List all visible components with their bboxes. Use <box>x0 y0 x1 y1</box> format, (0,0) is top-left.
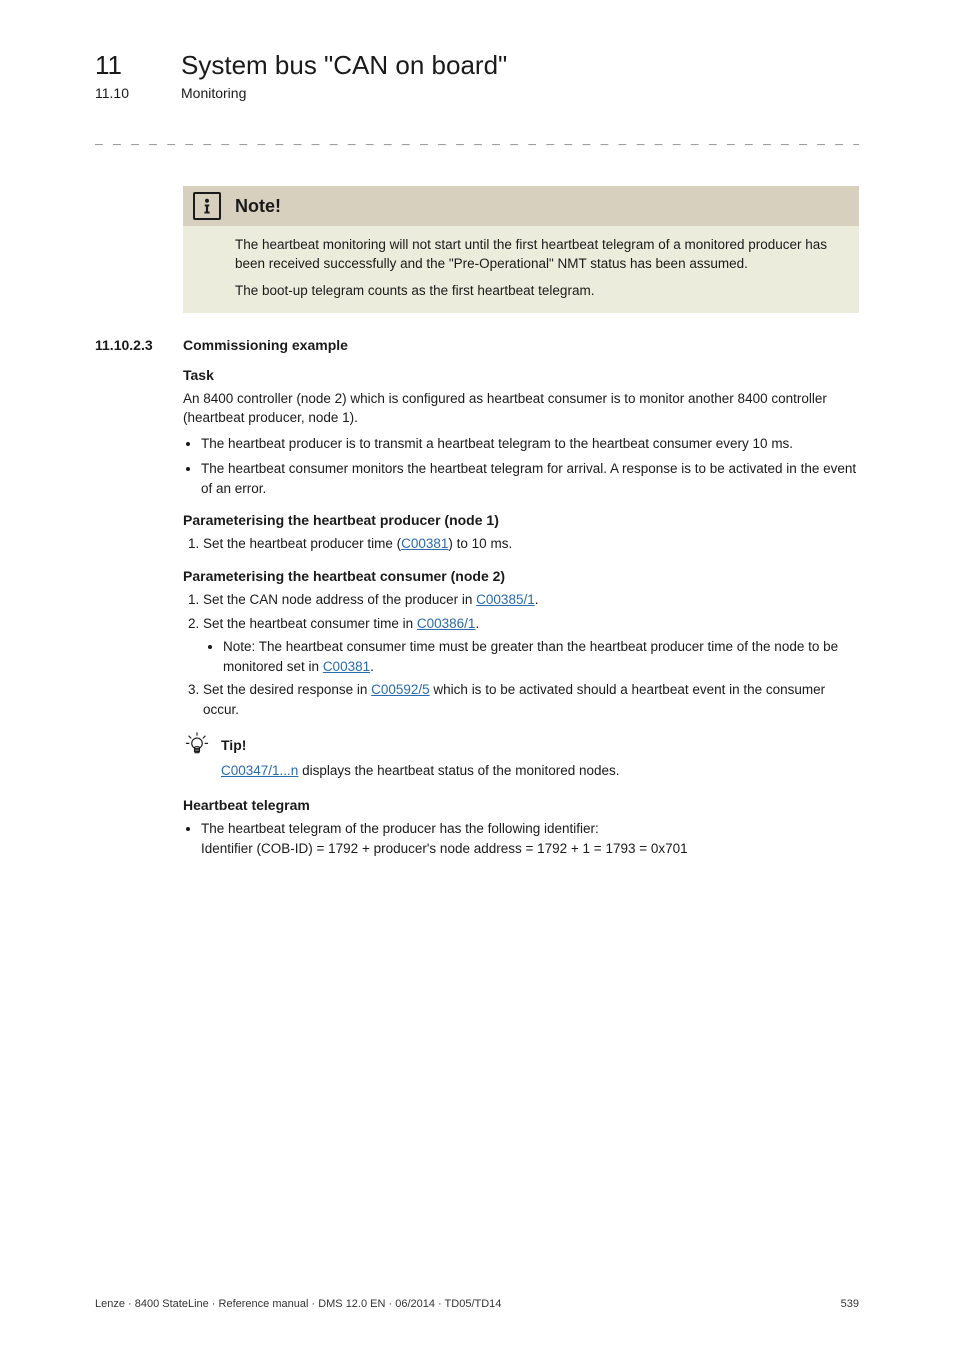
consumer-step-2-note-pre: Note: The heartbeat consumer time must b… <box>223 639 838 674</box>
consumer-step-2-note: Note: The heartbeat consumer time must b… <box>223 637 859 676</box>
content-area: Note! The heartbeat monitoring will not … <box>95 186 859 858</box>
note-title: Note! <box>235 196 281 217</box>
consumer-step-2-pre: Set the heartbeat consumer time in <box>203 616 417 631</box>
telegram-line-2: Identifier (COB-ID) = 1792 + producer's … <box>201 841 688 856</box>
section-number: 11.10 <box>95 85 153 101</box>
tip-text-post: displays the heartbeat status of the mon… <box>298 763 619 778</box>
telegram-line-1: The heartbeat telegram of the producer h… <box>201 821 599 836</box>
consumer-step-1: Set the CAN node address of the producer… <box>203 590 859 610</box>
section-title: Monitoring <box>181 85 246 101</box>
consumer-step-2-sub: Note: The heartbeat consumer time must b… <box>203 637 859 676</box>
chapter-number: 11 <box>95 50 153 81</box>
header-row: 11 System bus "CAN on board" <box>95 50 859 81</box>
link-c00347[interactable]: C00347/1...n <box>221 763 298 778</box>
divider-dashes: _ _ _ _ _ _ _ _ _ _ _ _ _ _ _ _ _ _ _ _ … <box>95 131 859 146</box>
producer-step-1: Set the heartbeat producer time (C00381)… <box>203 534 859 554</box>
task-heading: Task <box>183 367 859 383</box>
consumer-step-3-pre: Set the desired response in <box>203 682 371 697</box>
page: 11 System bus "CAN on board" 11.10 Monit… <box>0 0 954 1350</box>
lightbulb-icon <box>183 731 211 759</box>
producer-step-1-pre: Set the heartbeat producer time ( <box>203 536 401 551</box>
page-footer: Lenze · 8400 StateLine · Reference manua… <box>95 1298 859 1310</box>
consumer-step-2: Set the heartbeat consumer time in C0038… <box>203 614 859 677</box>
consumer-step-2-note-post: . <box>370 659 374 674</box>
link-c00385-1[interactable]: C00385/1 <box>476 592 535 607</box>
consumer-step-1-pre: Set the CAN node address of the producer… <box>203 592 476 607</box>
telegram-heading: Heartbeat telegram <box>183 797 859 813</box>
link-c00386-1[interactable]: C00386/1 <box>417 616 476 631</box>
telegram-bullets: The heartbeat telegram of the producer h… <box>183 819 859 858</box>
footer-page-number: 539 <box>841 1298 859 1310</box>
task-bullet-1: The heartbeat producer is to transmit a … <box>201 434 859 454</box>
note-paragraph-1: The heartbeat monitoring will not start … <box>235 236 845 274</box>
chapter-title: System bus "CAN on board" <box>181 50 507 81</box>
consumer-step-2-post: . <box>475 616 479 631</box>
telegram-bullet-1: The heartbeat telegram of the producer h… <box>201 819 859 858</box>
note-header: Note! <box>183 186 859 226</box>
tip-text: C00347/1...n displays the heartbeat stat… <box>221 761 859 781</box>
note-body: The heartbeat monitoring will not start … <box>183 226 859 313</box>
task-bullets: The heartbeat producer is to transmit a … <box>183 434 859 499</box>
consumer-step-1-post: . <box>535 592 539 607</box>
task-intro: An 8400 controller (node 2) which is con… <box>183 389 859 428</box>
subsection-number: 11.10.2.3 <box>95 337 163 353</box>
note-paragraph-2: The boot-up telegram counts as the first… <box>235 282 845 301</box>
producer-step-1-post: ) to 10 ms. <box>448 536 512 551</box>
subsection-title: Commissioning example <box>183 337 348 353</box>
subheader-row: 11.10 Monitoring <box>95 85 859 101</box>
link-c00381-a[interactable]: C00381 <box>401 536 448 551</box>
footer-left: Lenze · 8400 StateLine · Reference manua… <box>95 1298 501 1310</box>
producer-heading: Parameterising the heartbeat producer (n… <box>183 512 859 528</box>
subsection-heading-row: 11.10.2.3 Commissioning example <box>95 337 859 353</box>
note-box: Note! The heartbeat monitoring will not … <box>183 186 859 313</box>
producer-steps: Set the heartbeat producer time (C00381)… <box>183 534 859 554</box>
consumer-step-3: Set the desired response in C00592/5 whi… <box>203 680 859 719</box>
tip-row: Tip! <box>183 731 859 759</box>
tip-label: Tip! <box>221 737 246 753</box>
consumer-steps: Set the CAN node address of the producer… <box>183 590 859 719</box>
consumer-heading: Parameterising the heartbeat consumer (n… <box>183 568 859 584</box>
link-c00381-b[interactable]: C00381 <box>323 659 370 674</box>
link-c00592-5[interactable]: C00592/5 <box>371 682 430 697</box>
info-icon <box>193 192 221 220</box>
task-bullet-2: The heartbeat consumer monitors the hear… <box>201 459 859 498</box>
